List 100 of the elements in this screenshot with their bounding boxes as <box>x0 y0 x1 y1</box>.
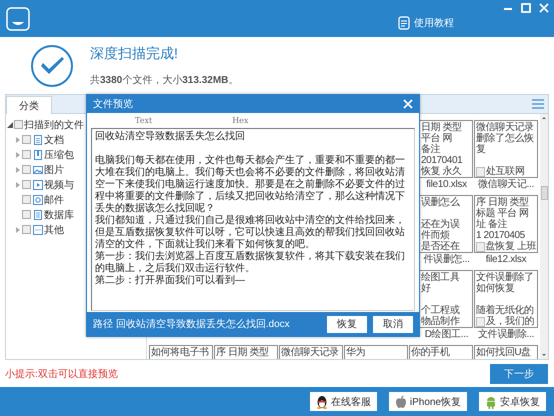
checkbox[interactable] <box>22 165 31 174</box>
file-preview[interactable]: 序 日期 类型 <box>214 345 278 359</box>
tree-item[interactable]: 文档 <box>44 132 64 146</box>
preview-line: 如何找回U盘 <box>476 347 531 358</box>
file-name: file10.xlsx <box>425 178 468 191</box>
tip-text: 小提示:双击可以直接预览 <box>5 368 118 380</box>
preview-line: 件而烦 <box>421 230 450 241</box>
category-tab[interactable]: 分类 <box>6 96 52 114</box>
checkbox[interactable] <box>22 225 31 234</box>
preview-line: 序 日期 类型 <box>476 197 529 208</box>
expander-icon[interactable] <box>7 122 13 128</box>
tree-item[interactable]: 扫描到的文件 <box>24 118 84 132</box>
document-icon <box>398 16 410 30</box>
scan-summary: 共3380个文件，大小313.32MB。 <box>90 74 238 86</box>
preview-line: 绘图工具 <box>421 272 460 283</box>
preview-line: 个工程或 <box>421 305 460 316</box>
video-icon <box>33 180 43 190</box>
file-name: file12.xlsx <box>484 253 528 266</box>
menu-icon[interactable] <box>532 99 544 109</box>
penguin-icon <box>316 394 328 408</box>
preview-line: 及，我们的 <box>486 316 534 327</box>
view-tab[interactable]: Hex <box>232 116 248 125</box>
document-icon <box>33 134 43 144</box>
android-icon <box>485 394 497 408</box>
archive-icon <box>33 150 43 160</box>
maximize-icon[interactable] <box>520 2 532 14</box>
android-recovery-button[interactable]: 安卓恢复 <box>479 392 546 411</box>
checkbox[interactable] <box>22 150 31 159</box>
preview-line: 处互联网 <box>486 166 524 177</box>
preview-line: 好 <box>421 283 431 294</box>
preview-line: 日期 类型 <box>421 122 462 133</box>
preview-line: 微信聊天记录 <box>281 347 339 358</box>
dialog-button[interactable]: 恢复 <box>327 316 367 332</box>
tree-item[interactable]: 其他 <box>44 222 64 236</box>
preview-line: 盘恢复 上班 <box>486 241 536 252</box>
preview-line: 误删怎么 <box>421 197 460 208</box>
preview-paragraph: 第二步：打开界面我们可以看到— <box>95 275 246 287</box>
file-preview[interactable]: 华为 <box>344 345 408 359</box>
preview-line: 华为 <box>346 347 366 358</box>
preview-line: 复 <box>476 144 486 155</box>
file-name: 文件误删除... <box>477 328 535 341</box>
support-button[interactable]: 在线客服 <box>310 392 377 411</box>
checkbox[interactable] <box>22 195 31 204</box>
preview-paragraph: 回收站清空导致数据丢失怎么找回 <box>95 131 246 143</box>
next-button[interactable]: 下一步 <box>490 364 548 384</box>
preview-paragraph: 第一步：我们去浏览器上百度互盾数据恢复软件，将其下载安装在我们的电脑上，之后我们双击运行软件。 <box>95 251 406 274</box>
scrollbar-thumb[interactable] <box>540 186 548 200</box>
file-preview[interactable]: 你的手机 <box>409 345 473 359</box>
image-icon <box>33 164 43 174</box>
tree-item[interactable]: 压缩包 <box>44 148 74 162</box>
checkbox[interactable] <box>14 120 23 129</box>
iphone-recovery-button[interactable]: iPhone恢复 <box>388 392 467 411</box>
file-name: 件误删怎... <box>422 253 471 266</box>
scan-complete-title: 深度扫描完成! <box>90 44 179 62</box>
more-icon <box>33 224 43 234</box>
preview-line: 址 备注 <box>476 219 508 230</box>
file-preview[interactable]: 微信聊天记录 删除了怎么恢 复 处互联网 <box>474 120 538 178</box>
preview-line: 删除了怎么恢 <box>476 133 534 144</box>
dialog-title: 文件预览 <box>93 98 133 111</box>
database-icon <box>33 210 43 220</box>
preview-line: 序 日期 类型 <box>216 347 269 358</box>
tree-item[interactable]: 数据库 <box>44 208 74 222</box>
view-tab[interactable]: Text <box>135 116 152 125</box>
close-icon[interactable] <box>403 99 413 109</box>
preview-line: 1 20170405 <box>476 230 525 241</box>
file-path: 路径 回收站清空导致数据丢失怎么找回.docx <box>93 318 291 331</box>
scroll-down-icon[interactable] <box>540 351 548 359</box>
file-preview[interactable]: 文件误删除了 如何恢复 随着无纸化的 及，我们的 <box>474 270 538 328</box>
tree-item[interactable]: 邮件 <box>44 192 64 206</box>
preview-line: 还在为误 <box>421 219 460 230</box>
close-icon[interactable] <box>538 2 550 14</box>
apple-icon <box>394 394 407 408</box>
file-preview[interactable]: 微信聊天记录 <box>279 345 343 359</box>
preview-line: 是否还在 <box>421 241 460 252</box>
help-button[interactable]: 使用教程 <box>394 14 458 32</box>
preview-line: 20170401 <box>421 155 462 166</box>
checkbox[interactable] <box>22 210 31 219</box>
checkbox[interactable] <box>22 135 31 144</box>
preview-line: 文件误删除了 <box>476 272 534 283</box>
file-name: 微信聊天记... <box>477 178 535 191</box>
preview-line: 随着无纸化的 <box>476 305 534 316</box>
logo-icon <box>6 6 30 30</box>
dialog-button[interactable]: 取消 <box>373 316 413 332</box>
mail-icon <box>33 194 43 204</box>
preview-paragraph: 电脑我们每天都在使用，文件也每天都会产生了，重要和不重要的都一大堆在我们的电脑上。我们每天也会将不必要的文件删除，将回收站清空一下来使我们电脑运行速度加快。那要是在之前删除不必要文件的过程中将重要的文件删除了，后续又把回收站给清空了，那么这种情况下丢失的数据该怎么找回呢？ <box>95 155 406 214</box>
file-preview[interactable]: 如何将电子书 <box>149 345 213 359</box>
preview-line: 如何恢复 <box>476 283 514 294</box>
scrollbar[interactable] <box>540 114 548 359</box>
file-name: D绘图工... <box>424 328 470 341</box>
preview-line: 物品制作 <box>421 316 460 327</box>
preview-line: 你的手机 <box>411 347 450 358</box>
checkbox[interactable] <box>22 180 31 189</box>
preview-line: 恢复 永久 <box>421 166 462 177</box>
tree-item[interactable]: 图片 <box>44 162 64 176</box>
file-preview[interactable]: 如何找回U盘 <box>474 345 538 359</box>
preview-line: 平台 网 <box>421 133 452 144</box>
preview-line: 如何将电子书 <box>151 347 209 358</box>
checkmark-icon <box>30 44 74 88</box>
tree-item[interactable]: 视频与 <box>44 178 74 192</box>
preview-paragraph: 我们都知道，只通过我们自己是很难将回收站中清空的文件给找回来，但是互盾数据恢复软件可以呀，它可以快速且高效的帮我们找回回收站清空的文件，下面就让我们来看下如何恢复的吧。 <box>95 215 406 250</box>
